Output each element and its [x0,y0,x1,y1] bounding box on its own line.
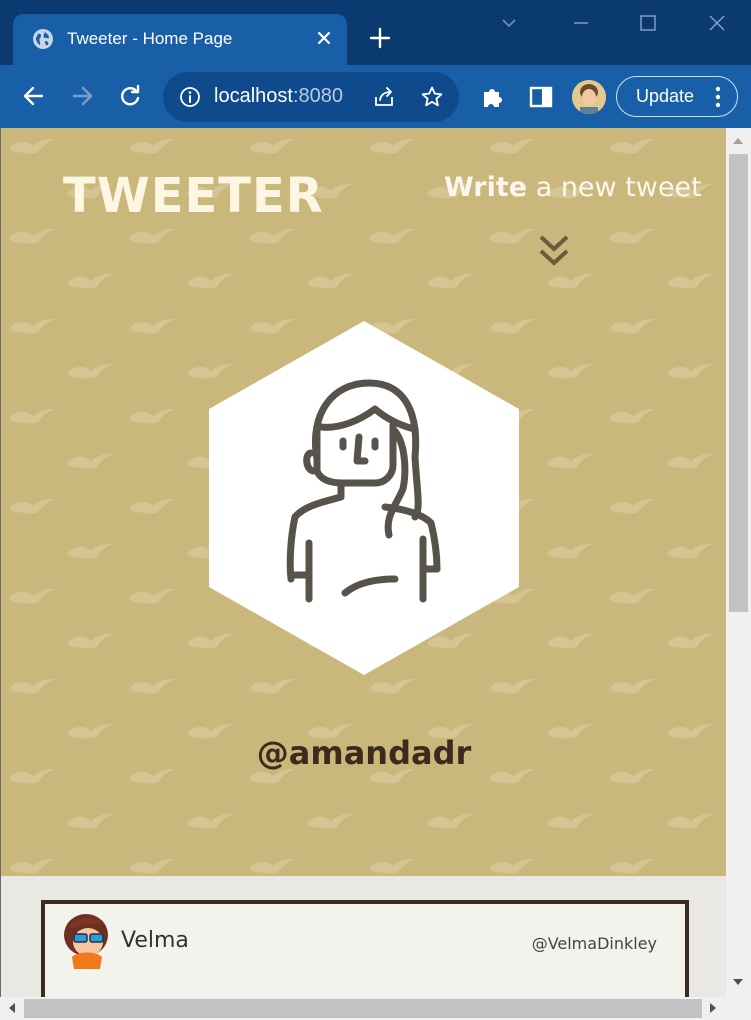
horizontal-scroll-thumb[interactable] [24,999,702,1018]
browser-toolbar: localhost:8080 Update [0,65,751,128]
scroll-left-arrow-icon[interactable] [7,1002,17,1014]
scroll-down-arrow-icon[interactable] [732,977,744,987]
browser-titlebar: Tweeter - Home Page [0,0,751,65]
profile-avatar[interactable] [572,80,606,114]
tab-close-button[interactable] [313,27,335,49]
profile-handle: @amandadr [256,734,472,772]
horizontal-scrollbar[interactable] [0,997,751,1020]
tweet-author-name: Velma [121,928,189,953]
scroll-right-arrow-icon[interactable] [708,1002,718,1014]
write-new-tweet-link[interactable]: Write a new tweet [444,172,702,203]
update-button[interactable]: Update [616,76,738,117]
tweet-author-handle: @VelmaDinkley [531,934,657,953]
write-label-rest: a new tweet [527,172,702,203]
vertical-scrollbar[interactable] [726,128,751,997]
tab-title: Tweeter - Home Page [67,29,233,48]
url-text[interactable]: localhost:8080 [214,85,343,108]
tweet-card[interactable]: Velma @VelmaDinkley [41,900,689,997]
forward-icon[interactable] [69,83,95,109]
url-host: localhost [214,85,293,107]
star-icon[interactable] [420,85,444,109]
minimize-button[interactable] [570,12,592,34]
new-tab-button[interactable] [368,26,392,50]
close-icon [317,31,331,45]
url-port: :8080 [292,85,343,107]
chevron-double-down-icon[interactable] [538,234,570,270]
tab-search-icon[interactable] [498,12,520,34]
share-icon[interactable] [372,85,396,109]
globe-icon [33,29,53,49]
info-icon[interactable] [179,86,201,108]
page-viewport: TWEETER Write a new tweet @amandadr Velm… [0,128,726,997]
extensions-icon[interactable] [480,84,506,110]
avatar-icon [572,80,606,114]
address-bar[interactable]: localhost:8080 [163,72,459,122]
kebab-icon[interactable] [713,84,723,110]
reload-icon[interactable] [117,83,143,109]
vertical-scroll-thumb[interactable] [729,154,748,612]
close-window-button[interactable] [706,12,728,34]
hero-header: TWEETER Write a new tweet @amandadr [1,128,726,876]
profile-avatar-hexagon [209,321,519,675]
back-icon[interactable] [21,83,47,109]
tweet-feed: Velma @VelmaDinkley [1,876,726,997]
write-label-strong: Write [444,172,528,203]
scroll-up-arrow-icon[interactable] [732,136,744,146]
browser-tab-active[interactable]: Tweeter - Home Page [13,14,347,65]
velma-avatar-icon [64,914,108,969]
maximize-button[interactable] [637,12,659,34]
sidebar-icon[interactable] [528,84,554,110]
site-logo[interactable]: TWEETER [63,168,324,224]
update-label: Update [636,86,695,106]
